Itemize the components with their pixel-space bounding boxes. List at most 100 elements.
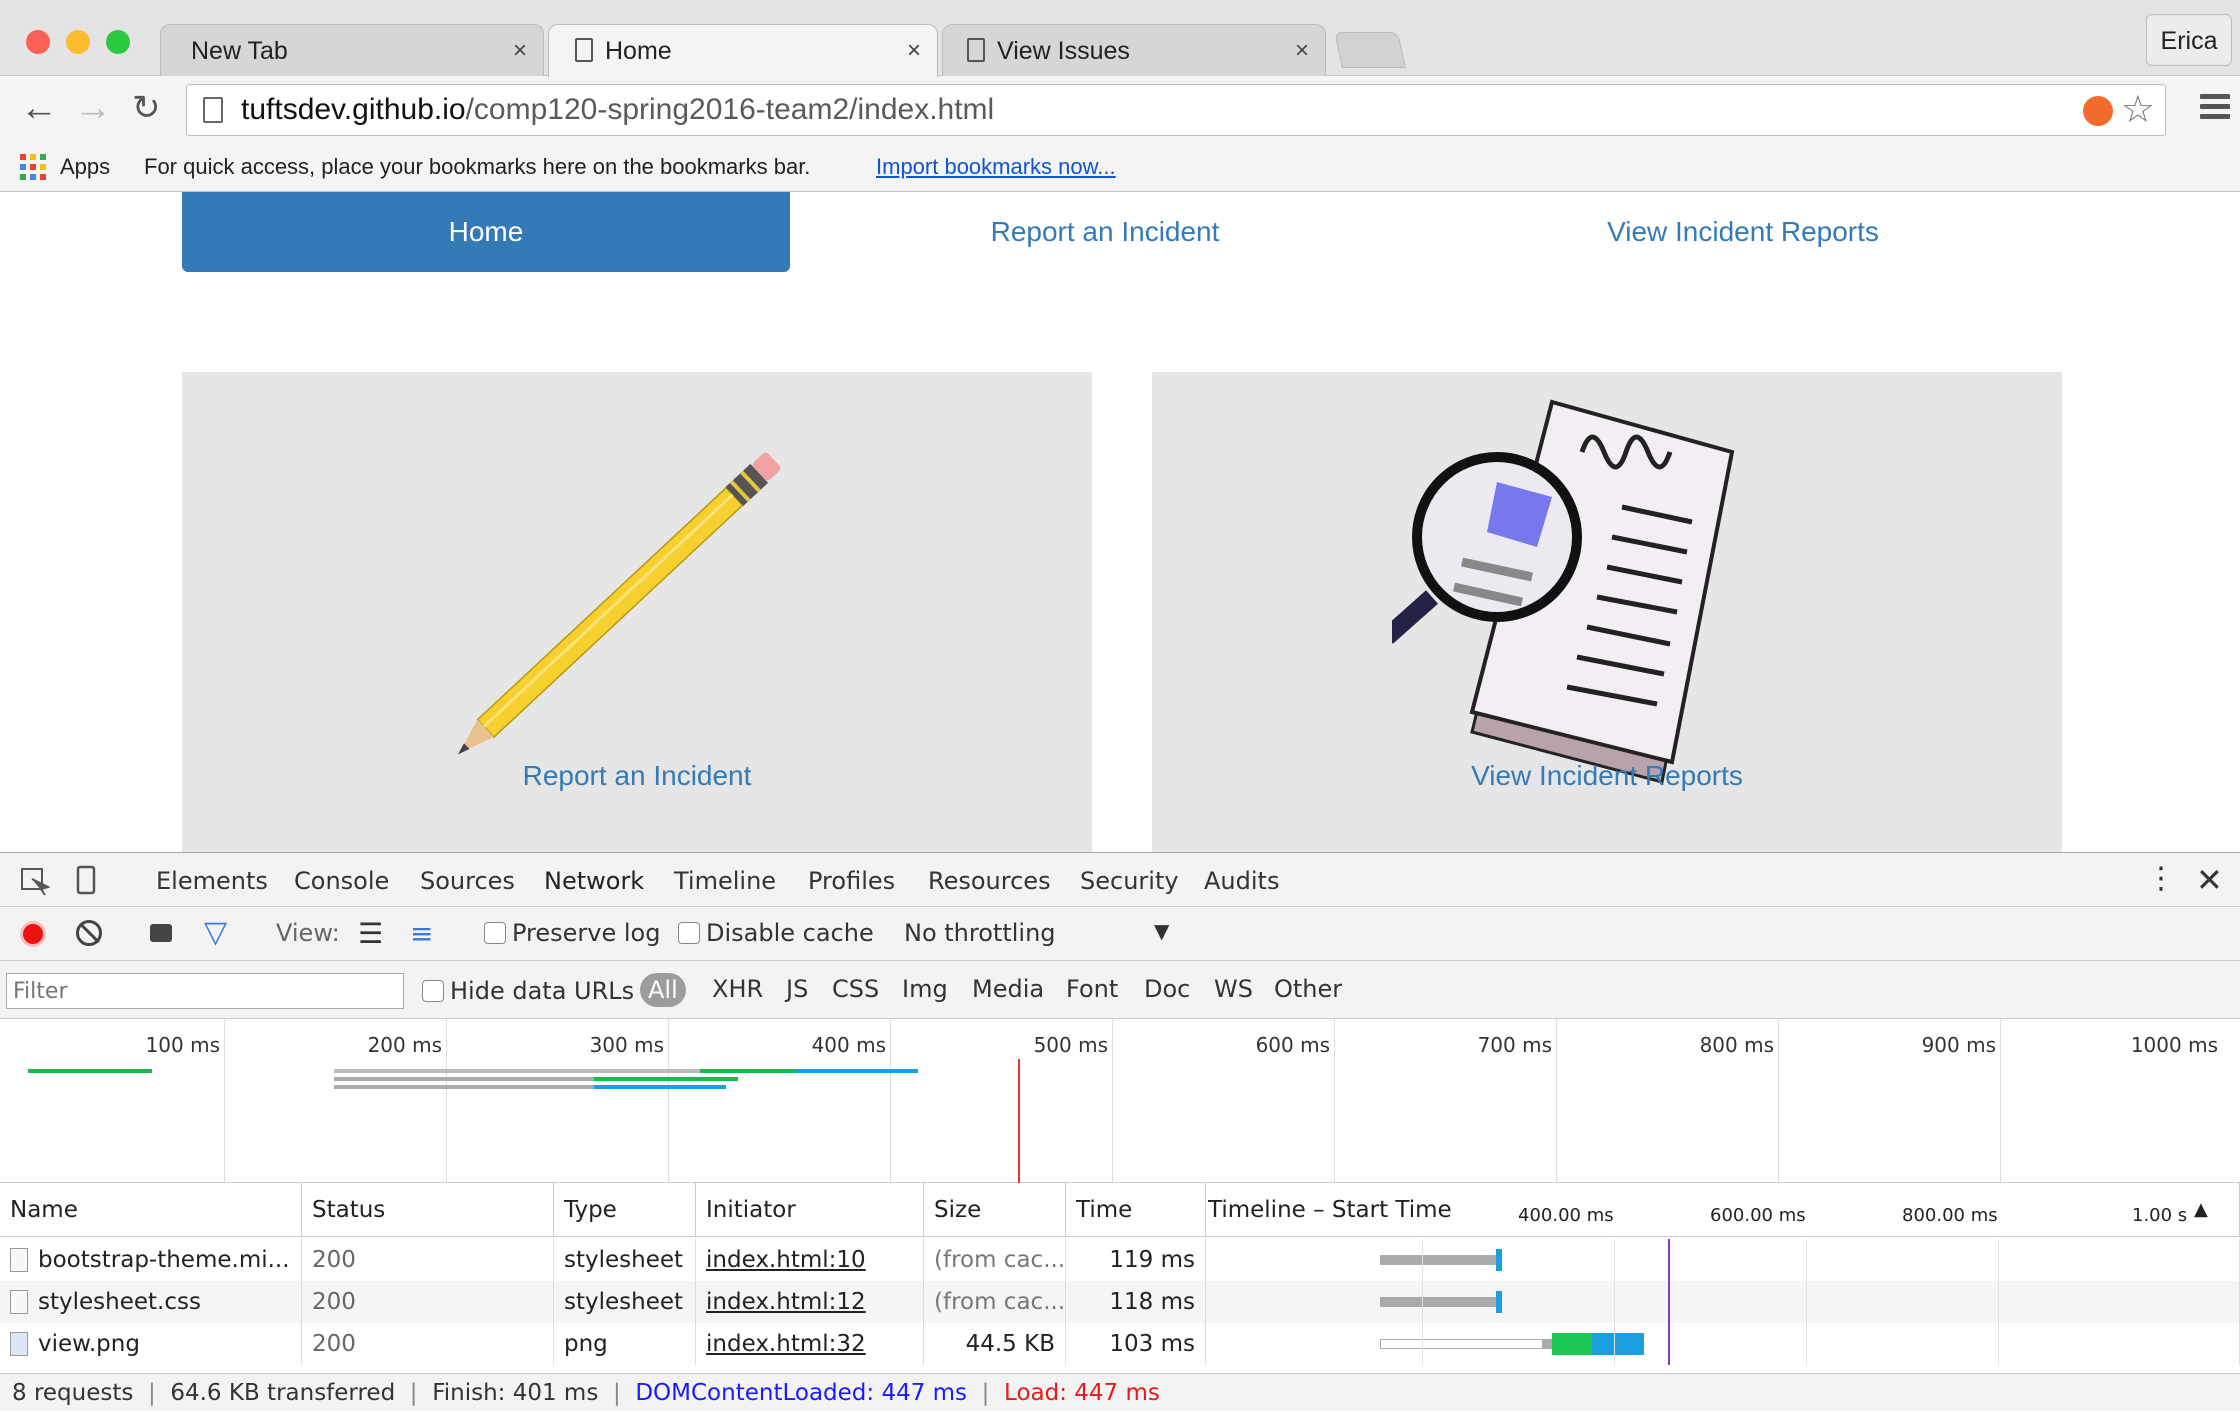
request-initiator-link[interactable]: index.html:32 (696, 1323, 924, 1365)
table-row[interactable]: bootstrap-theme.mi... 200 stylesheet ind… (0, 1239, 2240, 1281)
card-caption[interactable]: View Incident Reports (1152, 760, 2062, 792)
network-summary-bar: 8 requests | 64.6 KB transferred | Finis… (0, 1373, 2240, 1411)
hide-data-urls-label: Hide data URLs (450, 977, 635, 1005)
request-waterfall (1206, 1281, 2240, 1323)
close-devtools-icon[interactable]: ✕ (2196, 853, 2223, 907)
table-row[interactable]: stylesheet.css 200 stylesheet index.html… (0, 1281, 2240, 1323)
close-tab-icon[interactable]: × (513, 25, 527, 77)
table-row[interactable]: view.png 200 png index.html:32 44.5 KB 1… (0, 1323, 2240, 1365)
request-name: stylesheet.css (38, 1289, 201, 1315)
overview-icon[interactable]: ≡ (410, 917, 433, 950)
tab-timeline[interactable]: Timeline (674, 853, 776, 909)
column-header-timeline[interactable]: Timeline – Start Time 400.00 ms 600.00 m… (1206, 1183, 2240, 1237)
checkbox[interactable] (678, 922, 700, 944)
network-requests-table: Name Status Type Initiator Size Time Tim… (0, 1183, 2240, 1373)
filter-type-css[interactable]: CSS (832, 975, 879, 1003)
import-bookmarks-link[interactable]: Import bookmarks now... (876, 154, 1116, 180)
column-header-size[interactable]: Size (924, 1183, 1066, 1237)
url-text[interactable]: tuftsdev.github.io/comp120-spring2016-te… (241, 85, 994, 135)
column-header-initiator[interactable]: Initiator (696, 1183, 924, 1237)
nav-home[interactable]: Home (182, 192, 790, 272)
column-header-time[interactable]: Time (1066, 1183, 1206, 1237)
apps-grid-icon[interactable] (20, 154, 46, 180)
inspect-element-icon[interactable] (20, 867, 50, 897)
disable-cache-checkbox[interactable]: Disable cache (678, 919, 874, 947)
tab-profiles[interactable]: Profiles (808, 853, 895, 909)
new-tab-button[interactable] (1334, 32, 1406, 68)
report-incident-card[interactable]: Report an Incident (182, 372, 1092, 852)
clear-icon[interactable] (76, 920, 102, 946)
tab-console[interactable]: Console (294, 853, 389, 909)
bookmark-star-icon[interactable]: ☆ (2121, 87, 2155, 133)
filter-type-ws[interactable]: WS (1214, 975, 1253, 1003)
tab-elements[interactable]: Elements (156, 853, 268, 909)
hide-data-urls-checkbox[interactable]: Hide data URLs (422, 977, 634, 1005)
overview-bar (334, 1069, 704, 1073)
filter-input[interactable] (6, 973, 404, 1009)
nav-report-incident[interactable]: Report an Incident (800, 192, 1410, 272)
filter-type-js[interactable]: JS (786, 975, 808, 1003)
card-caption[interactable]: Report an Incident (182, 760, 1092, 792)
checkbox[interactable] (422, 980, 444, 1002)
reload-icon[interactable]: ↻ (132, 86, 161, 130)
filter-type-font[interactable]: Font (1066, 975, 1118, 1003)
tab-view-issues[interactable]: View Issues × (942, 24, 1326, 76)
overview-tick: 400 ms (811, 1033, 886, 1057)
more-options-icon[interactable]: ⋮ (2146, 853, 2176, 905)
checkbox[interactable] (484, 922, 506, 944)
column-header-type[interactable]: Type (554, 1183, 696, 1237)
filter-type-xhr[interactable]: XHR (712, 975, 763, 1003)
request-initiator-link[interactable]: index.html:10 (696, 1239, 924, 1281)
filter-type-img[interactable]: Img (902, 975, 948, 1003)
tab-home[interactable]: Home × (548, 24, 938, 77)
sort-ascending-icon[interactable]: ▲ (2194, 1183, 2208, 1237)
chrome-menu-icon[interactable] (2200, 94, 2230, 120)
close-tab-icon[interactable]: × (1295, 25, 1309, 77)
device-mode-icon[interactable] (76, 865, 98, 897)
column-header-name[interactable]: Name (0, 1183, 302, 1237)
close-tab-icon[interactable]: × (907, 25, 921, 77)
filter-type-all[interactable]: All (640, 973, 686, 1007)
preserve-log-checkbox[interactable]: Preserve log (484, 919, 660, 947)
throttling-select[interactable]: No throttling ▼ (904, 907, 1184, 961)
large-rows-icon[interactable]: ☰ (358, 917, 383, 950)
close-window-button[interactable] (26, 30, 50, 54)
address-bar[interactable]: tuftsdev.github.io/comp120-spring2016-te… (186, 84, 2166, 136)
disable-cache-label: Disable cache (706, 919, 874, 947)
view-reports-card[interactable]: View Incident Reports (1152, 372, 2062, 852)
back-arrow-icon[interactable]: ← (20, 86, 58, 130)
network-filter-bar: Hide data URLs All XHR JS CSS Img Media … (0, 961, 2240, 1019)
tab-audits[interactable]: Audits (1204, 853, 1279, 909)
tab-resources[interactable]: Resources (928, 853, 1051, 909)
request-initiator-link[interactable]: index.html:12 (696, 1281, 924, 1323)
filter-type-doc[interactable]: Doc (1144, 975, 1190, 1003)
tab-network[interactable]: Network (530, 853, 659, 912)
file-icon (10, 1290, 28, 1314)
capture-screenshots-icon[interactable] (150, 924, 172, 942)
waterfall-bar (1542, 1339, 1552, 1349)
forward-arrow-icon[interactable]: → (74, 86, 112, 130)
apps-link[interactable]: Apps (60, 154, 110, 180)
load-marker-line (1018, 1059, 1020, 1183)
column-header-status[interactable]: Status (302, 1183, 554, 1237)
network-overview[interactable]: 100 ms 200 ms 300 ms 400 ms 500 ms 600 m… (0, 1019, 2240, 1183)
timeline-tick: 1.00 s (2132, 1205, 2188, 1226)
tab-sources[interactable]: Sources (420, 853, 515, 909)
tab-label: View Issues (997, 37, 1130, 65)
profile-button[interactable]: Erica (2146, 14, 2232, 66)
browser-toolbar: ← → ↻ tuftsdev.github.io/comp120-spring2… (0, 76, 2240, 144)
zoom-window-button[interactable] (106, 30, 130, 54)
tab-label: Home (605, 37, 672, 65)
filter-funnel-icon[interactable]: ▽ (204, 915, 227, 950)
nav-view-reports[interactable]: View Incident Reports (1438, 192, 2048, 272)
minimize-window-button[interactable] (66, 30, 90, 54)
filter-type-other[interactable]: Other (1274, 975, 1342, 1003)
summary-finish: Finish: 401 ms (432, 1380, 599, 1406)
filter-type-media[interactable]: Media (972, 975, 1044, 1003)
record-icon[interactable] (20, 921, 46, 947)
tab-security[interactable]: Security (1080, 853, 1179, 909)
request-type: png (554, 1323, 696, 1365)
extension-icon[interactable] (2083, 96, 2113, 126)
devtools-tab-bar: Elements Console Sources Network Timelin… (0, 853, 2240, 912)
tab-new-tab[interactable]: New Tab × (160, 24, 544, 76)
